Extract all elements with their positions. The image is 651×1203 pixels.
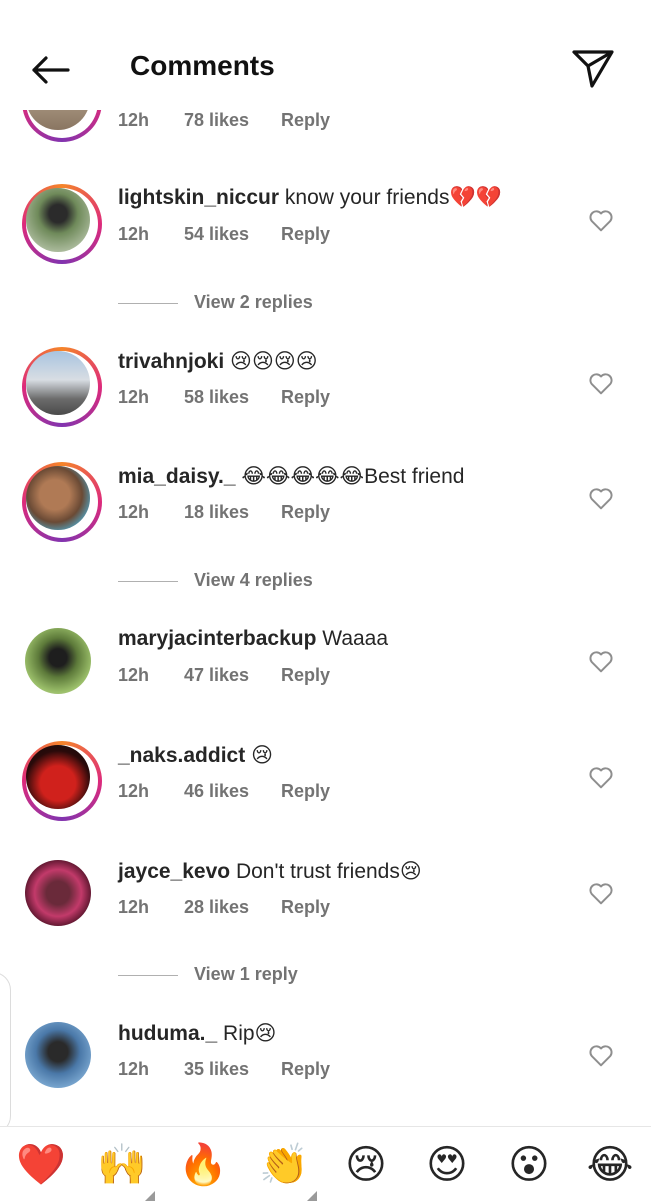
comment-username[interactable]: jayce_kevo (118, 860, 230, 883)
avatar (26, 745, 90, 809)
heart-outline-icon[interactable] (588, 486, 614, 510)
comment-time: 12h (118, 224, 150, 244)
comment-time: 12h (118, 665, 150, 685)
heart-outline-icon[interactable] (588, 208, 614, 232)
reply-button[interactable]: Reply (281, 897, 330, 918)
comment-text: Waaaa (322, 627, 389, 650)
avatar (26, 466, 90, 530)
avatar (26, 188, 90, 252)
view-replies-label: View 2 replies (194, 292, 313, 312)
comment-likes[interactable]: 47 likes (184, 665, 249, 686)
comment-time: 12h (118, 897, 150, 917)
comment-text: 😢 (251, 744, 273, 767)
comment-item: huduma._ Rip😢 12h 35 likes Reply (0, 1019, 651, 1109)
keyboard-handle[interactable] (0, 972, 11, 1134)
comment-username[interactable]: maryjacinterbackup (118, 627, 316, 650)
comment-time: 12h (118, 110, 150, 130)
comment-text: 😢😢😢😢 (230, 350, 318, 373)
reply-button[interactable]: Reply (281, 781, 330, 802)
emoji-raised-hands-button[interactable]: 🙌 (95, 1141, 149, 1189)
avatar-image (25, 860, 91, 926)
skin-tone-indicator (145, 1191, 155, 1201)
avatar[interactable] (22, 625, 102, 705)
comment-username[interactable]: huduma._ (118, 1022, 217, 1045)
back-arrow-icon[interactable] (26, 50, 74, 90)
comment-username[interactable]: trivahnjoki (118, 350, 224, 373)
comment-item: jayce_kevo Don't trust friends😢 12h 28 l… (0, 857, 651, 947)
avatar (26, 351, 90, 415)
avatar-story-ring[interactable] (22, 347, 102, 427)
avatar-story-ring[interactable] (22, 462, 102, 542)
emoji-surprised-button[interactable]: 😮 (502, 1141, 556, 1189)
skin-tone-indicator (307, 1191, 317, 1201)
reply-button[interactable]: Reply (281, 110, 330, 131)
page-title: Comments (130, 50, 275, 81)
comment-time: 12h (118, 387, 150, 407)
avatar[interactable] (22, 1019, 102, 1099)
emoji-fire-button[interactable]: 🔥 (176, 1141, 230, 1189)
reply-button[interactable]: Reply (281, 665, 330, 686)
reply-button[interactable]: Reply (281, 224, 330, 245)
comment-item: _naks.addict 😢 12h 46 likes Reply (0, 741, 651, 831)
divider (118, 975, 178, 976)
comment-username[interactable]: lightskin_niccur (118, 186, 279, 209)
reply-button[interactable]: Reply (281, 1059, 330, 1080)
view-replies-button[interactable]: View 2 replies (118, 292, 418, 316)
comment-item: mia_daisy._ 😂😂😂😂😂Best friend 12h 18 like… (0, 462, 651, 552)
view-replies-label: View 4 replies (194, 570, 313, 590)
comment-likes[interactable]: 46 likes (184, 781, 249, 802)
emoji-crying-button[interactable]: 😢 (339, 1141, 393, 1189)
view-replies-label: View 1 reply (194, 964, 298, 984)
comment-text: Don't trust friends😢 (235, 860, 422, 883)
reply-button[interactable]: Reply (281, 387, 330, 408)
view-replies-button[interactable]: View 4 replies (118, 570, 418, 594)
comment-likes[interactable]: 54 likes (184, 224, 249, 245)
avatar-story-ring[interactable] (22, 741, 102, 821)
comment-likes[interactable]: 18 likes (184, 502, 249, 523)
heart-outline-icon[interactable] (588, 765, 614, 789)
comment-likes[interactable]: 28 likes (184, 897, 249, 918)
avatar-story-ring[interactable] (22, 184, 102, 264)
send-icon[interactable] (568, 44, 618, 92)
comment-time: 12h (118, 1059, 150, 1079)
avatar-image (25, 1022, 91, 1088)
reply-button[interactable]: Reply (281, 502, 330, 523)
comment-likes[interactable]: 78 likes (184, 110, 249, 131)
heart-outline-icon[interactable] (588, 649, 614, 673)
emoji-heart-button[interactable]: ❤️ (14, 1141, 68, 1189)
heart-outline-icon[interactable] (588, 1043, 614, 1067)
emoji-heart-eyes-button[interactable]: 😍 (420, 1141, 474, 1189)
comment-username[interactable]: _naks.addict (118, 744, 245, 767)
comment-item: lightskin_niccur know your friends💔💔 12h… (0, 184, 651, 274)
emoji-reaction-bar: ❤️ 🙌 🔥 👏 😢 😍 😮 😂 (0, 1126, 651, 1203)
heart-outline-icon[interactable] (588, 371, 614, 395)
comment-time: 12h (118, 502, 150, 522)
avatar[interactable] (22, 857, 102, 937)
comment-likes[interactable]: 58 likes (184, 387, 249, 408)
comment-time: 12h (118, 781, 150, 801)
comment-text: know your friends💔💔 (284, 186, 502, 209)
view-replies-button[interactable]: View 1 reply (118, 964, 418, 988)
comment-username[interactable]: mia_daisy._ (118, 465, 236, 488)
divider (118, 303, 178, 304)
comment-text: 😂😂😂😂😂Best friend (241, 465, 465, 488)
comments-list[interactable]: 12h 78 likes Reply lightskin_niccur know… (0, 0, 651, 1125)
heart-outline-icon[interactable] (588, 881, 614, 905)
comment-text: Rip😢 (223, 1022, 277, 1045)
avatar-image (25, 628, 91, 694)
emoji-clap-button[interactable]: 👏 (257, 1141, 311, 1189)
header: Comments (0, 0, 651, 110)
comment-item: maryjacinterbackup Waaaa 12h 47 likes Re… (0, 625, 651, 715)
comment-item: trivahnjoki 😢😢😢😢 12h 58 likes Reply (0, 347, 651, 437)
divider (118, 581, 178, 582)
comment-likes[interactable]: 35 likes (184, 1059, 249, 1080)
emoji-laughing-button[interactable]: 😂 (583, 1141, 637, 1189)
